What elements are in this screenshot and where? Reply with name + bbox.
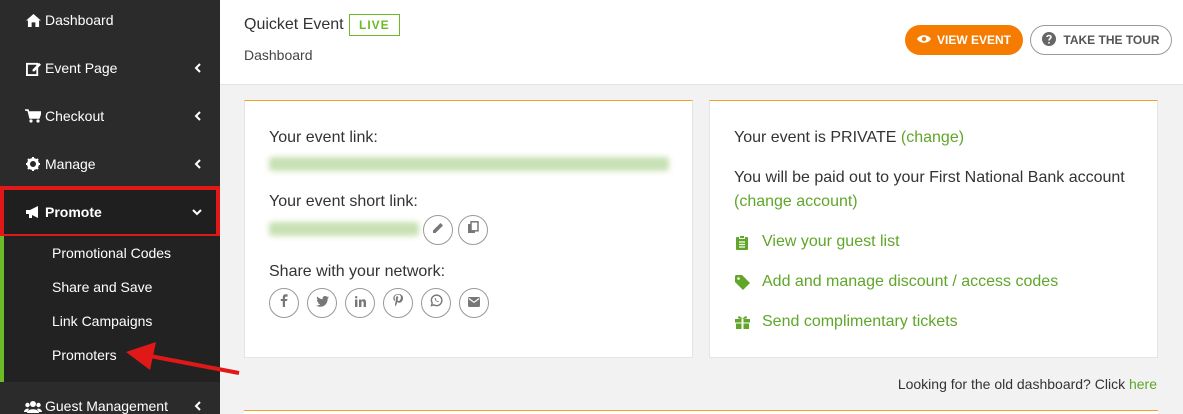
event-links-card: Your event link: Your event short link: … (244, 100, 693, 358)
event-info-card: Your event is PRIVATE (change) You will … (709, 100, 1158, 358)
submenu-item-share-and-save[interactable]: Share and Save (52, 279, 152, 295)
tag-icon (734, 274, 750, 290)
discount-codes-label: Add and manage discount / access codes (762, 273, 1059, 290)
chevron-left-icon (190, 159, 204, 169)
gift-icon (734, 314, 750, 330)
sidebar-item-label: Dashboard (45, 12, 114, 28)
promote-submenu: Promotional Codes Share and Save Link Ca… (0, 236, 220, 382)
facebook-icon (280, 294, 288, 312)
complimentary-tickets-label: Send complimentary tickets (762, 313, 958, 330)
event-link-label: Your event link: (269, 129, 378, 146)
sidebar-item-label: Guest Management (45, 398, 168, 414)
sidebar-item-label: Event Page (45, 60, 118, 76)
change-account-link[interactable]: (change account) (734, 193, 858, 211)
share-pinterest-button[interactable] (383, 288, 413, 318)
view-event-button[interactable]: VIEW EVENT (905, 25, 1023, 55)
discount-codes-link[interactable]: Add and manage discount / access codes (734, 273, 1058, 291)
edit-short-link-button[interactable] (423, 215, 453, 245)
pinterest-icon (393, 294, 403, 312)
share-email-button[interactable] (459, 288, 489, 318)
share-facebook-button[interactable] (269, 288, 299, 318)
chevron-left-icon (190, 401, 204, 411)
chevron-left-icon (190, 111, 204, 121)
breadcrumb: Dashboard (244, 47, 313, 63)
home-icon (24, 13, 42, 27)
complimentary-tickets-link[interactable]: Send complimentary tickets (734, 313, 958, 331)
old-dashboard-note: Looking for the old dashboard? Click her… (0, 376, 1157, 392)
sidebar: Dashboard Event Page Checkout Manage Pro… (0, 0, 220, 414)
sidebar-item-promote[interactable]: Promote (0, 188, 220, 236)
share-linkedin-button[interactable] (345, 288, 375, 318)
sidebar-item-event-page[interactable]: Event Page (0, 44, 220, 92)
sidebar-item-manage[interactable]: Manage (0, 140, 220, 188)
linkedin-icon (354, 294, 366, 312)
sidebar-item-dashboard[interactable]: Dashboard (0, 0, 220, 44)
submenu-item-link-campaigns[interactable]: Link Campaigns (52, 313, 152, 329)
twitter-icon (315, 294, 329, 312)
edit-icon (24, 61, 42, 76)
privacy-line: Your event is PRIVATE (change) (734, 129, 964, 147)
copy-icon (467, 221, 479, 239)
cart-icon (24, 109, 42, 123)
old-dashboard-text: Looking for the old dashboard? Click (897, 376, 1126, 392)
privacy-change-link[interactable]: (change) (901, 129, 964, 146)
gear-icon (24, 157, 42, 171)
guest-list-label: View your guest list (762, 233, 900, 250)
eye-icon (916, 33, 931, 47)
short-link-value[interactable] (269, 222, 419, 236)
sidebar-item-label: Promote (45, 204, 102, 220)
chevron-down-icon (190, 208, 204, 216)
sidebar-item-checkout[interactable]: Checkout (0, 92, 220, 140)
short-link-label: Your event short link: (269, 193, 418, 210)
event-link-value[interactable] (269, 157, 669, 171)
users-icon (24, 400, 42, 413)
guest-list-link[interactable]: View your guest list (734, 233, 900, 251)
take-tour-label: TAKE THE TOUR (1063, 33, 1160, 47)
email-icon (468, 294, 480, 312)
take-tour-button[interactable]: TAKE THE TOUR (1030, 25, 1172, 55)
whatsapp-icon (430, 294, 443, 312)
share-twitter-button[interactable] (307, 288, 337, 318)
question-icon (1042, 31, 1057, 49)
status-badge: LIVE (349, 14, 400, 36)
copy-short-link-button[interactable] (458, 215, 488, 245)
payout-text: You will be paid out to your First Natio… (734, 169, 1125, 186)
event-title: Quicket Event (244, 16, 344, 33)
megaphone-icon (24, 205, 42, 219)
sidebar-item-label: Checkout (45, 108, 105, 124)
sidebar-item-label: Manage (45, 156, 96, 172)
page-header: Quicket Event LIVE Dashboard VIEW EVENT … (220, 0, 1183, 85)
next-card-edge (244, 410, 1158, 414)
submenu-item-promoters[interactable]: Promoters (52, 347, 117, 363)
chevron-left-icon (190, 63, 204, 73)
share-whatsapp-button[interactable] (421, 288, 451, 318)
clipboard-icon (734, 234, 750, 250)
submenu-item-promotional-codes[interactable]: Promotional Codes (52, 245, 171, 261)
view-event-label: VIEW EVENT (936, 33, 1011, 47)
privacy-text: Your event is PRIVATE (734, 129, 897, 146)
old-dashboard-link[interactable]: here (1129, 376, 1157, 392)
pencil-icon (432, 221, 444, 239)
share-label: Share with your network: (269, 263, 446, 280)
